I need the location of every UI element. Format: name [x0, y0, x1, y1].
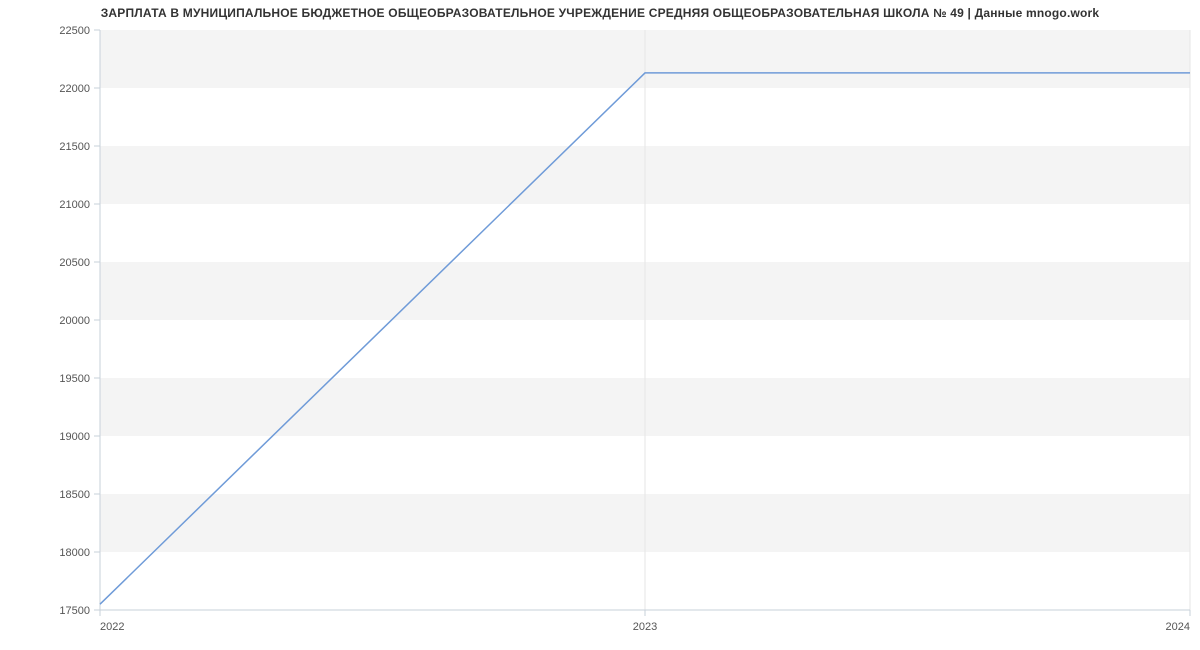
svg-text:22500: 22500 — [59, 25, 90, 37]
svg-text:21000: 21000 — [59, 199, 90, 211]
svg-text:18000: 18000 — [59, 547, 90, 559]
svg-text:21500: 21500 — [59, 141, 90, 153]
chart-container: ЗАРПЛАТА В МУНИЦИПАЛЬНОЕ БЮДЖЕТНОЕ ОБЩЕО… — [0, 0, 1200, 650]
svg-text:2024: 2024 — [1166, 621, 1190, 633]
svg-text:2022: 2022 — [100, 621, 124, 633]
svg-text:19000: 19000 — [59, 431, 90, 443]
svg-text:20500: 20500 — [59, 257, 90, 269]
svg-text:19500: 19500 — [59, 373, 90, 385]
svg-text:2023: 2023 — [633, 621, 657, 633]
svg-text:17500: 17500 — [59, 605, 90, 617]
svg-text:22000: 22000 — [59, 83, 90, 95]
svg-text:20000: 20000 — [59, 315, 90, 327]
line-chart: 17500 18000 18500 19000 19500 20000 20500 21000… — [0, 0, 1200, 650]
chart-title: ЗАРПЛАТА В МУНИЦИПАЛЬНОЕ БЮДЖЕТНОЕ ОБЩЕО… — [0, 6, 1200, 20]
svg-text:18500: 18500 — [59, 489, 90, 501]
